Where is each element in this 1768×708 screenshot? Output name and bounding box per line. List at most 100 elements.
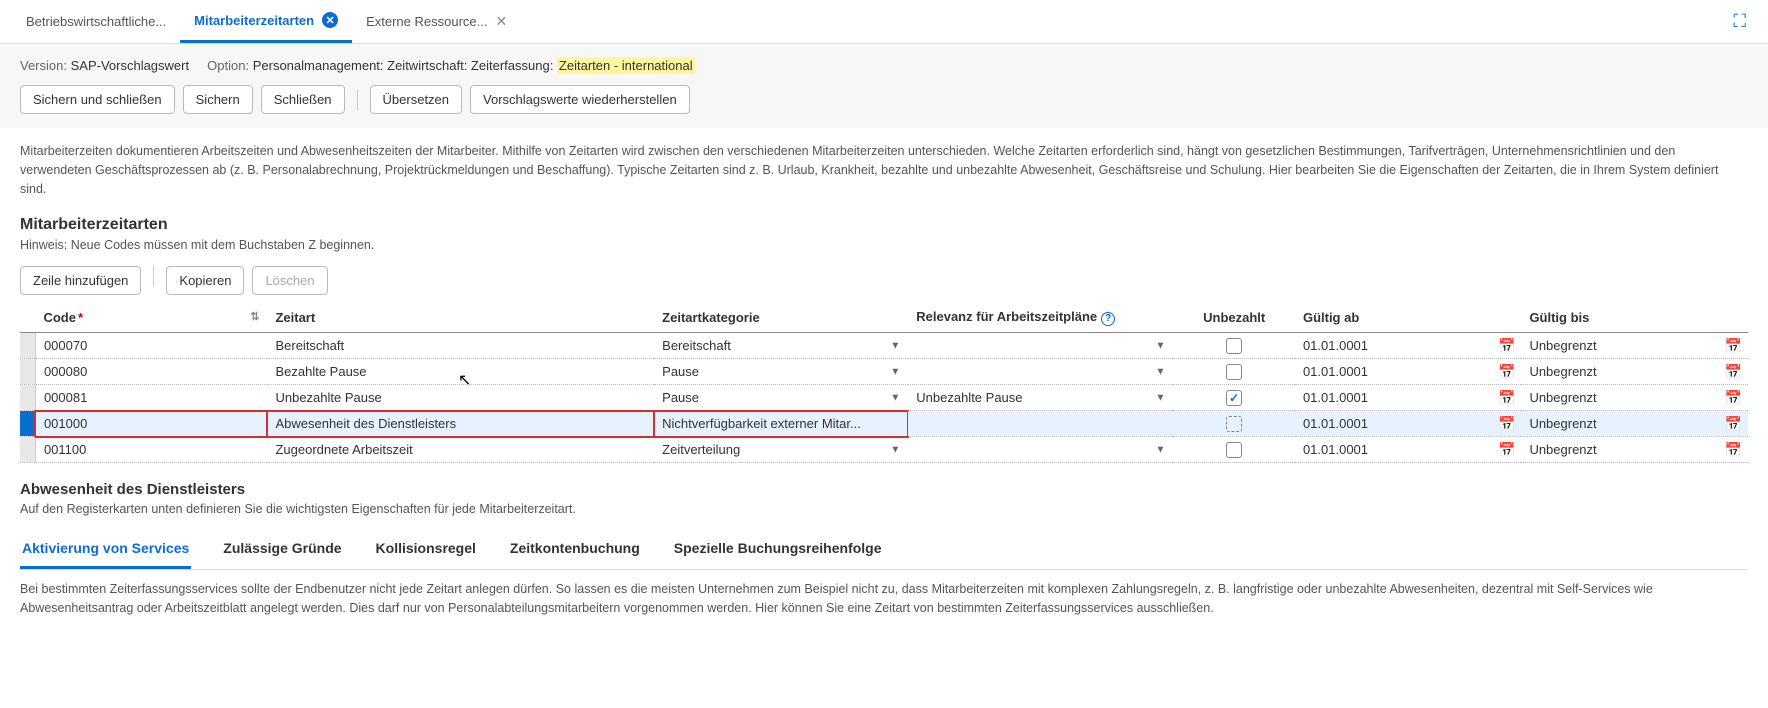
close-icon[interactable]: ✕ [322,12,338,28]
tab-externe-ressource[interactable]: Externe Ressource... ✕ [352,1,521,42]
cell-code[interactable]: 000080 [35,359,267,385]
cell-unbezahlt[interactable] [1173,437,1295,463]
version-value: SAP-Vorschlagswert [71,58,190,73]
close-button[interactable]: Schließen [261,85,345,114]
col-relevanz[interactable]: Relevanz für Arbeitszeitpläne? [908,303,1173,333]
checkbox[interactable] [1226,416,1242,432]
cell-von[interactable]: 01.01.0001📅 [1295,333,1521,359]
table-row[interactable]: 000070 Bereitschaft Bereitschaft▼ ▼ 01.0… [20,333,1748,359]
chevron-down-icon: ▼ [1156,444,1166,455]
calendar-icon[interactable]: 📅 [1725,415,1742,432]
table-row[interactable]: 001100 Zugeordnete Arbeitszeit Zeitverte… [20,437,1748,463]
add-row-button[interactable]: Zeile hinzufügen [20,266,141,295]
subtab[interactable]: Zeitkontenbuchung [508,530,642,569]
calendar-icon[interactable]: 📅 [1498,441,1515,458]
expand-icon[interactable]: ⛶ [1723,1,1756,42]
chevron-down-icon: ▼ [890,340,900,351]
calendar-icon[interactable]: 📅 [1498,363,1515,380]
cell-bis[interactable]: Unbegrenzt📅 [1521,411,1748,437]
chevron-down-icon: ▼ [890,392,900,403]
cell-kategorie[interactable]: Pause▼ [654,385,908,411]
translate-button[interactable]: Übersetzen [370,85,462,114]
toolbar: Sichern und schließen Sichern Schließen … [20,85,1748,114]
cell-kategorie[interactable]: Zeitverteilung▼ [654,437,908,463]
calendar-icon[interactable]: 📅 [1498,337,1515,354]
row-handle[interactable] [20,359,35,385]
cell-von[interactable]: 01.01.0001📅 [1295,385,1521,411]
table-row[interactable]: 001000 Abwesenheit des Dienstleisters Ni… [20,411,1748,437]
cell-kategorie[interactable]: Pause▼ [654,359,908,385]
cell-zeitart[interactable]: Zugeordnete Arbeitszeit [267,437,654,463]
delete-button: Löschen [252,266,327,295]
col-kategorie[interactable]: Zeitartkategorie [654,303,908,333]
section-hint: Hinweis: Neue Codes müssen mit dem Buchs… [20,238,1748,252]
col-zeitart[interactable]: Zeitart [267,303,654,333]
cell-unbezahlt[interactable] [1173,411,1295,437]
cell-kategorie[interactable]: Bereitschaft▼ [654,333,908,359]
col-von[interactable]: Gültig ab [1295,303,1521,333]
row-handle[interactable] [20,411,35,437]
version-label: Version: [20,58,67,73]
row-handle[interactable] [20,437,35,463]
subtab[interactable]: Aktivierung von Services [20,530,191,569]
restore-button[interactable]: Vorschlagswerte wiederherstellen [470,85,690,114]
col-unbezahlt[interactable]: Unbezahlt [1173,303,1295,333]
calendar-icon[interactable]: 📅 [1725,337,1742,354]
cell-bis[interactable]: Unbegrenzt📅 [1521,437,1748,463]
calendar-icon[interactable]: 📅 [1498,415,1515,432]
cell-unbezahlt[interactable] [1173,333,1295,359]
cell-relevanz[interactable]: ▼ [908,333,1173,359]
cell-code[interactable]: 001100 [35,437,267,463]
cell-code[interactable]: 001000 [35,411,267,437]
checkbox[interactable] [1226,442,1242,458]
tab-mitarbeiterzeitarten[interactable]: Mitarbeiterzeitarten ✕ [180,0,352,43]
cell-bis[interactable]: Unbegrenzt📅 [1521,359,1748,385]
cell-relevanz[interactable]: ▼ [908,359,1173,385]
calendar-icon[interactable]: 📅 [1725,389,1742,406]
close-icon[interactable]: ✕ [495,13,507,30]
divider [153,266,154,286]
calendar-icon[interactable]: 📅 [1725,441,1742,458]
subtab[interactable]: Kollisionsregel [374,530,478,569]
help-icon[interactable]: ? [1101,312,1115,326]
cell-von[interactable]: 01.01.0001📅 [1295,359,1521,385]
cell-von[interactable]: 01.01.0001📅 [1295,437,1521,463]
cell-von[interactable]: 01.01.0001📅 [1295,411,1521,437]
cell-bis[interactable]: Unbegrenzt📅 [1521,385,1748,411]
subtab[interactable]: Zulässige Gründe [221,530,343,569]
cell-unbezahlt[interactable] [1173,385,1295,411]
row-handle[interactable] [20,385,35,411]
tab-betriebswirtschaftliche[interactable]: Betriebswirtschaftliche... [12,2,180,41]
col-code[interactable]: Code [35,303,267,333]
cell-zeitart[interactable]: Unbezahlte Pause [267,385,654,411]
top-tabs: Betriebswirtschaftliche... Mitarbeiterze… [0,0,1768,44]
checkbox[interactable] [1226,390,1242,406]
table-row[interactable]: 000080 Bezahlte Pause Pause▼ ▼ 01.01.000… [20,359,1748,385]
section-title: Mitarbeiterzeitarten [20,216,1748,234]
cell-code[interactable]: 000070 [35,333,267,359]
cell-code[interactable]: 000081 [35,385,267,411]
calendar-icon[interactable]: 📅 [1498,389,1515,406]
save-close-button[interactable]: Sichern und schließen [20,85,175,114]
cell-zeitart[interactable]: Bereitschaft [267,333,654,359]
copy-button[interactable]: Kopieren [166,266,244,295]
cell-bis[interactable]: Unbegrenzt📅 [1521,333,1748,359]
cell-zeitart[interactable]: Bezahlte Pause [267,359,654,385]
row-handle[interactable] [20,333,35,359]
cell-relevanz[interactable]: Unbezahlte Pause▼ [908,385,1173,411]
sub-section-hint: Auf den Registerkarten unten definieren … [20,502,1748,516]
cell-unbezahlt[interactable] [1173,359,1295,385]
col-bis[interactable]: Gültig bis [1521,303,1748,333]
cell-relevanz[interactable]: ▼ [908,437,1173,463]
subtab[interactable]: Spezielle Buchungsreihenfolge [672,530,884,569]
cell-kategorie[interactable]: Nichtverfügbarkeit externer Mitar... [654,411,908,437]
cell-zeitart[interactable]: Abwesenheit des Dienstleisters [267,411,654,437]
cell-relevanz[interactable] [908,411,1173,437]
calendar-icon[interactable]: 📅 [1725,363,1742,380]
tab-label: Externe Ressource... [366,14,487,29]
checkbox[interactable] [1226,364,1242,380]
checkbox[interactable] [1226,338,1242,354]
page-description: Mitarbeiterzeiten dokumentieren Arbeitsz… [20,142,1748,198]
table-row[interactable]: 000081 Unbezahlte Pause Pause▼ Unbezahlt… [20,385,1748,411]
save-button[interactable]: Sichern [183,85,253,114]
